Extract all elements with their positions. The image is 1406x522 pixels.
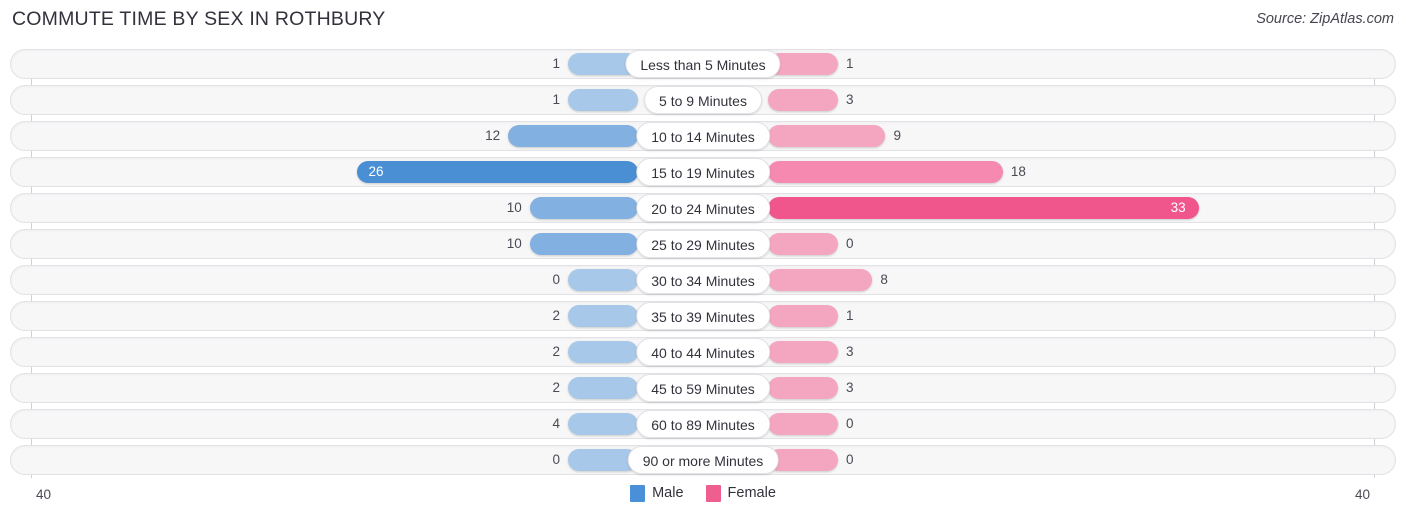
legend-item-male[interactable]: Male	[630, 485, 684, 502]
category-label: 60 to 89 Minutes	[636, 410, 770, 438]
chart-footer: 40 40 Male Female	[0, 478, 1406, 522]
female-value-label: 3	[846, 92, 854, 107]
bar-row: 10 0 25 to 29 Minutes	[0, 229, 1406, 259]
source-attribution: Source: ZipAtlas.com	[1256, 11, 1394, 27]
category-label: 40 to 44 Minutes	[636, 338, 770, 366]
category-label: 5 to 9 Minutes	[644, 86, 762, 114]
male-value-label: 1	[552, 92, 560, 107]
chart-legend: Male Female	[0, 485, 1406, 502]
female-bar[interactable]	[768, 413, 838, 435]
bar-row: 0 8 30 to 34 Minutes	[0, 265, 1406, 295]
female-bar[interactable]	[768, 305, 838, 327]
female-value-label: 0	[846, 416, 854, 431]
bar-row: 0 0 90 or more Minutes	[0, 445, 1406, 475]
category-label: 35 to 39 Minutes	[636, 302, 770, 330]
male-value-label: 10	[506, 200, 522, 215]
male-bar[interactable]	[568, 413, 638, 435]
male-bar[interactable]	[356, 161, 638, 183]
legend-label: Male	[652, 485, 684, 501]
male-bar[interactable]	[508, 125, 638, 147]
female-bar[interactable]	[768, 89, 838, 111]
male-value-label: 2	[552, 380, 560, 395]
category-label: 90 or more Minutes	[627, 446, 779, 474]
male-value-label: 10	[506, 236, 522, 251]
female-bar[interactable]	[768, 125, 886, 147]
page-title: COMMUTE TIME BY SEX IN ROTHBURY	[12, 8, 386, 30]
category-label: Less than 5 Minutes	[625, 50, 781, 78]
male-bar[interactable]	[529, 233, 638, 255]
female-value-label: 0	[846, 452, 854, 467]
bar-row: 10 33 20 to 24 Minutes	[0, 193, 1406, 223]
category-label: 15 to 19 Minutes	[636, 158, 770, 186]
bar-row: 12 9 10 to 14 Minutes	[0, 121, 1406, 151]
male-value-label: 1	[552, 56, 560, 71]
male-bar[interactable]	[568, 341, 638, 363]
female-value-label: 3	[846, 380, 854, 395]
bar-row: 1 3 5 to 9 Minutes	[0, 85, 1406, 115]
female-bar[interactable]	[768, 449, 838, 471]
female-value-label: 1	[846, 308, 854, 323]
bar-row-list: 1 1 Less than 5 Minutes 1 3 5 to 9 Minutes 12 9…	[0, 49, 1406, 481]
bar-row: 4 0 60 to 89 Minutes	[0, 409, 1406, 439]
female-value-label: 33	[1170, 200, 1186, 215]
bar-row: 1 1 Less than 5 Minutes	[0, 49, 1406, 79]
female-bar[interactable]	[768, 269, 873, 291]
male-value-label: 0	[552, 452, 560, 467]
male-value-label: 26	[368, 164, 384, 179]
category-label: 20 to 24 Minutes	[636, 194, 770, 222]
legend-swatch-icon	[705, 485, 721, 502]
male-value-label: 0	[552, 272, 560, 287]
female-value-label: 18	[1010, 164, 1026, 179]
legend-swatch-icon	[630, 485, 646, 502]
category-label: 30 to 34 Minutes	[636, 266, 770, 294]
female-value-label: 3	[846, 344, 854, 359]
female-bar[interactable]	[768, 197, 1199, 219]
male-bar[interactable]	[568, 269, 638, 291]
female-bar[interactable]	[768, 161, 1003, 183]
bar-row: 2 1 35 to 39 Minutes	[0, 301, 1406, 331]
male-value-label: 2	[552, 308, 560, 323]
male-value-label: 2	[552, 344, 560, 359]
female-bar[interactable]	[768, 341, 838, 363]
male-value-label: 4	[552, 416, 560, 431]
female-value-label: 9	[893, 128, 901, 143]
legend-item-female[interactable]: Female	[705, 485, 776, 502]
legend-label: Female	[727, 485, 776, 501]
category-label: 45 to 59 Minutes	[636, 374, 770, 402]
male-bar[interactable]	[568, 305, 638, 327]
bar-row: 2 3 45 to 59 Minutes	[0, 373, 1406, 403]
male-bar[interactable]	[529, 197, 638, 219]
female-value-label: 8	[880, 272, 888, 287]
category-label: 25 to 29 Minutes	[636, 230, 770, 258]
female-bar[interactable]	[768, 377, 838, 399]
male-bar[interactable]	[568, 377, 638, 399]
male-value-label: 12	[485, 128, 501, 143]
category-label: 10 to 14 Minutes	[636, 122, 770, 150]
female-value-label: 1	[846, 56, 854, 71]
chart-plot-area: 1 1 Less than 5 Minutes 1 3 5 to 9 Minutes 12 9…	[0, 42, 1406, 478]
chart-header: COMMUTE TIME BY SEX IN ROTHBURY Source: …	[0, 0, 1406, 42]
bar-row: 2 3 40 to 44 Minutes	[0, 337, 1406, 367]
bar-row: 26 18 15 to 19 Minutes	[0, 157, 1406, 187]
female-value-label: 0	[846, 236, 854, 251]
female-bar[interactable]	[768, 233, 838, 255]
male-bar[interactable]	[568, 89, 638, 111]
